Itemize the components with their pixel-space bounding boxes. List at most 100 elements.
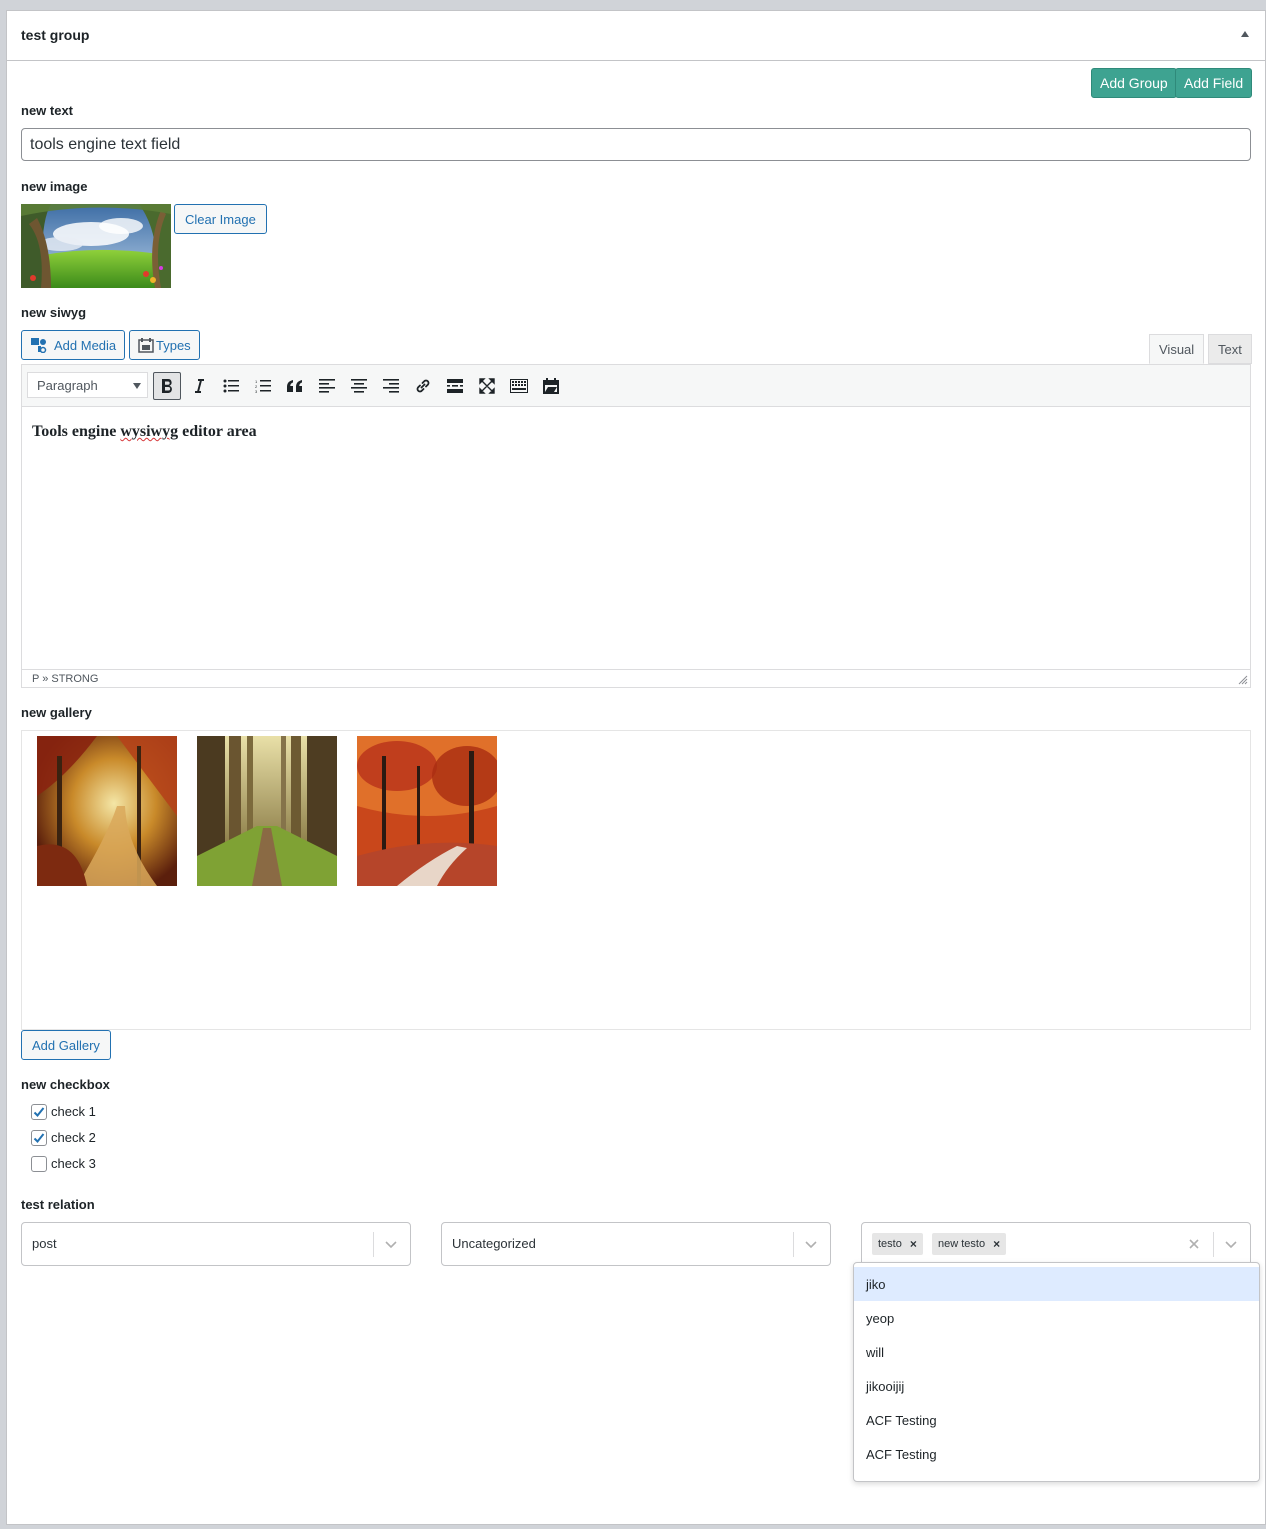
gallery-image[interactable] (37, 736, 177, 886)
category-select[interactable]: Uncategorized (441, 1222, 831, 1266)
numbered-list-icon: 123 (255, 379, 271, 393)
resize-grip-icon[interactable] (1238, 675, 1248, 685)
shortcode-button[interactable] (537, 372, 565, 400)
wysiwyg-editor: Paragraph 123 Tools engine wysiwyg edito… (21, 364, 1251, 688)
tag-label: testo (878, 1238, 902, 1250)
remove-tag-icon[interactable]: × (910, 1237, 917, 1251)
checkbox-label: check 1 (51, 1103, 96, 1119)
add-group-button[interactable]: Add Group (1091, 68, 1177, 98)
select-separator (1213, 1232, 1214, 1257)
editor-text-start: Tools engine (32, 423, 121, 440)
chevron-down-icon[interactable] (804, 1237, 818, 1251)
types-label: Types (156, 337, 191, 353)
checkbox-field-label: new checkbox (21, 1077, 110, 1092)
bold-button[interactable] (153, 372, 181, 400)
bold-icon (162, 378, 172, 393)
text-field-value: tools engine text field (30, 135, 181, 153)
tab-text[interactable]: Text (1208, 334, 1252, 364)
italic-button[interactable] (185, 372, 213, 400)
checkbox-option[interactable]: check 2 (31, 1129, 96, 1146)
remove-tag-icon[interactable]: × (993, 1237, 1000, 1251)
format-select[interactable]: Paragraph (27, 372, 148, 398)
chevron-down-icon[interactable] (384, 1237, 398, 1251)
clear-image-button[interactable]: Clear Image (174, 204, 267, 234)
editor-text-misspelled: wysiwyg (120, 423, 179, 440)
tab-visual[interactable]: Visual (1149, 334, 1205, 364)
chevron-down-icon[interactable] (1224, 1237, 1238, 1251)
gallery-image[interactable] (197, 736, 337, 886)
dropdown-option[interactable]: will (854, 1335, 1259, 1369)
related-posts-multiselect[interactable]: testo × new testo × (861, 1222, 1251, 1266)
post-type-value: post (32, 1236, 57, 1251)
editor-content[interactable]: Tools engine wysiwyg editor area (32, 423, 257, 441)
panel-header[interactable]: test group (7, 11, 1265, 61)
add-media-button[interactable]: Add Media (21, 330, 126, 360)
editor-status-bar: P » STRONG (22, 669, 1250, 687)
checkmark-icon (33, 1133, 45, 1143)
add-media-icon (30, 337, 48, 353)
types-button[interactable]: Types (129, 330, 200, 360)
types-icon (138, 337, 154, 353)
bullet-list-button[interactable] (217, 372, 245, 400)
text-field-input[interactable]: tools engine text field (21, 128, 1251, 161)
insert-link-button[interactable] (409, 372, 437, 400)
checkbox-checked[interactable] (31, 1130, 47, 1146)
align-center-icon (351, 379, 367, 393)
dropdown-option[interactable]: jiko (854, 1267, 1259, 1301)
wysiwyg-field-label: new siwyg (21, 305, 87, 320)
toolbar-toggle-button[interactable] (505, 372, 533, 400)
add-media-label: Add Media (54, 337, 117, 353)
checkbox-unchecked[interactable] (31, 1156, 47, 1172)
image-preview (21, 204, 171, 288)
element-path: P » STRONG (32, 672, 99, 685)
checkbox-option[interactable]: check 1 (31, 1103, 96, 1120)
selected-tag: testo × (872, 1233, 923, 1255)
folder-calendar-icon (543, 378, 559, 394)
collapse-caret-icon[interactable] (1241, 31, 1249, 37)
checkbox-checked[interactable] (31, 1104, 47, 1120)
add-field-button[interactable]: Add Field (1175, 68, 1253, 98)
image-field-label: new image (21, 179, 88, 194)
gallery-field-label: new gallery (21, 705, 92, 720)
dropdown-option[interactable]: ACF Testing (854, 1403, 1259, 1437)
align-right-button[interactable] (377, 372, 405, 400)
post-type-select[interactable]: post (21, 1222, 411, 1266)
category-value: Uncategorized (452, 1236, 536, 1251)
numbered-list-button[interactable]: 123 (249, 372, 277, 400)
format-select-value: Paragraph (37, 377, 98, 393)
checkbox-option[interactable]: check 3 (31, 1155, 96, 1172)
select-separator (793, 1232, 794, 1257)
link-icon (416, 379, 430, 393)
read-more-button[interactable] (441, 372, 469, 400)
tag-label: new testo (938, 1238, 986, 1250)
clear-selection-icon[interactable] (1188, 1238, 1200, 1250)
bullet-list-icon (223, 379, 239, 393)
select-separator (373, 1232, 374, 1257)
selected-tag: new testo × (932, 1233, 1007, 1255)
checkmark-icon (33, 1107, 45, 1117)
dropdown-option[interactable]: yeop (854, 1301, 1259, 1335)
align-center-button[interactable] (345, 372, 373, 400)
relation-field-label: test relation (21, 1197, 95, 1212)
checkbox-label: check 3 (51, 1155, 96, 1171)
blockquote-button[interactable] (281, 372, 309, 400)
align-left-icon (319, 379, 335, 393)
align-left-button[interactable] (313, 372, 341, 400)
fullscreen-button[interactable] (473, 372, 501, 400)
editor-text-end: editor area (178, 423, 257, 440)
align-right-icon (383, 379, 399, 393)
related-posts-dropdown: jiko yeop will jikooijij ACF Testing ACF… (853, 1262, 1260, 1482)
italic-icon (195, 379, 204, 393)
editor-toolbar: Paragraph 123 (22, 365, 1250, 407)
add-gallery-button[interactable]: Add Gallery (21, 1030, 111, 1060)
dropdown-arrow-icon (133, 383, 141, 389)
text-field-label: new text (21, 103, 74, 118)
svg-text:3: 3 (255, 389, 258, 393)
dropdown-option[interactable]: jikooijij (854, 1369, 1259, 1403)
dropdown-option[interactable]: ACF Testing (854, 1437, 1259, 1471)
gallery-container (21, 730, 1251, 1030)
gallery-image[interactable] (357, 736, 497, 886)
keyboard-icon (510, 379, 528, 393)
fullscreen-icon (479, 378, 495, 394)
read-more-icon (447, 379, 463, 393)
